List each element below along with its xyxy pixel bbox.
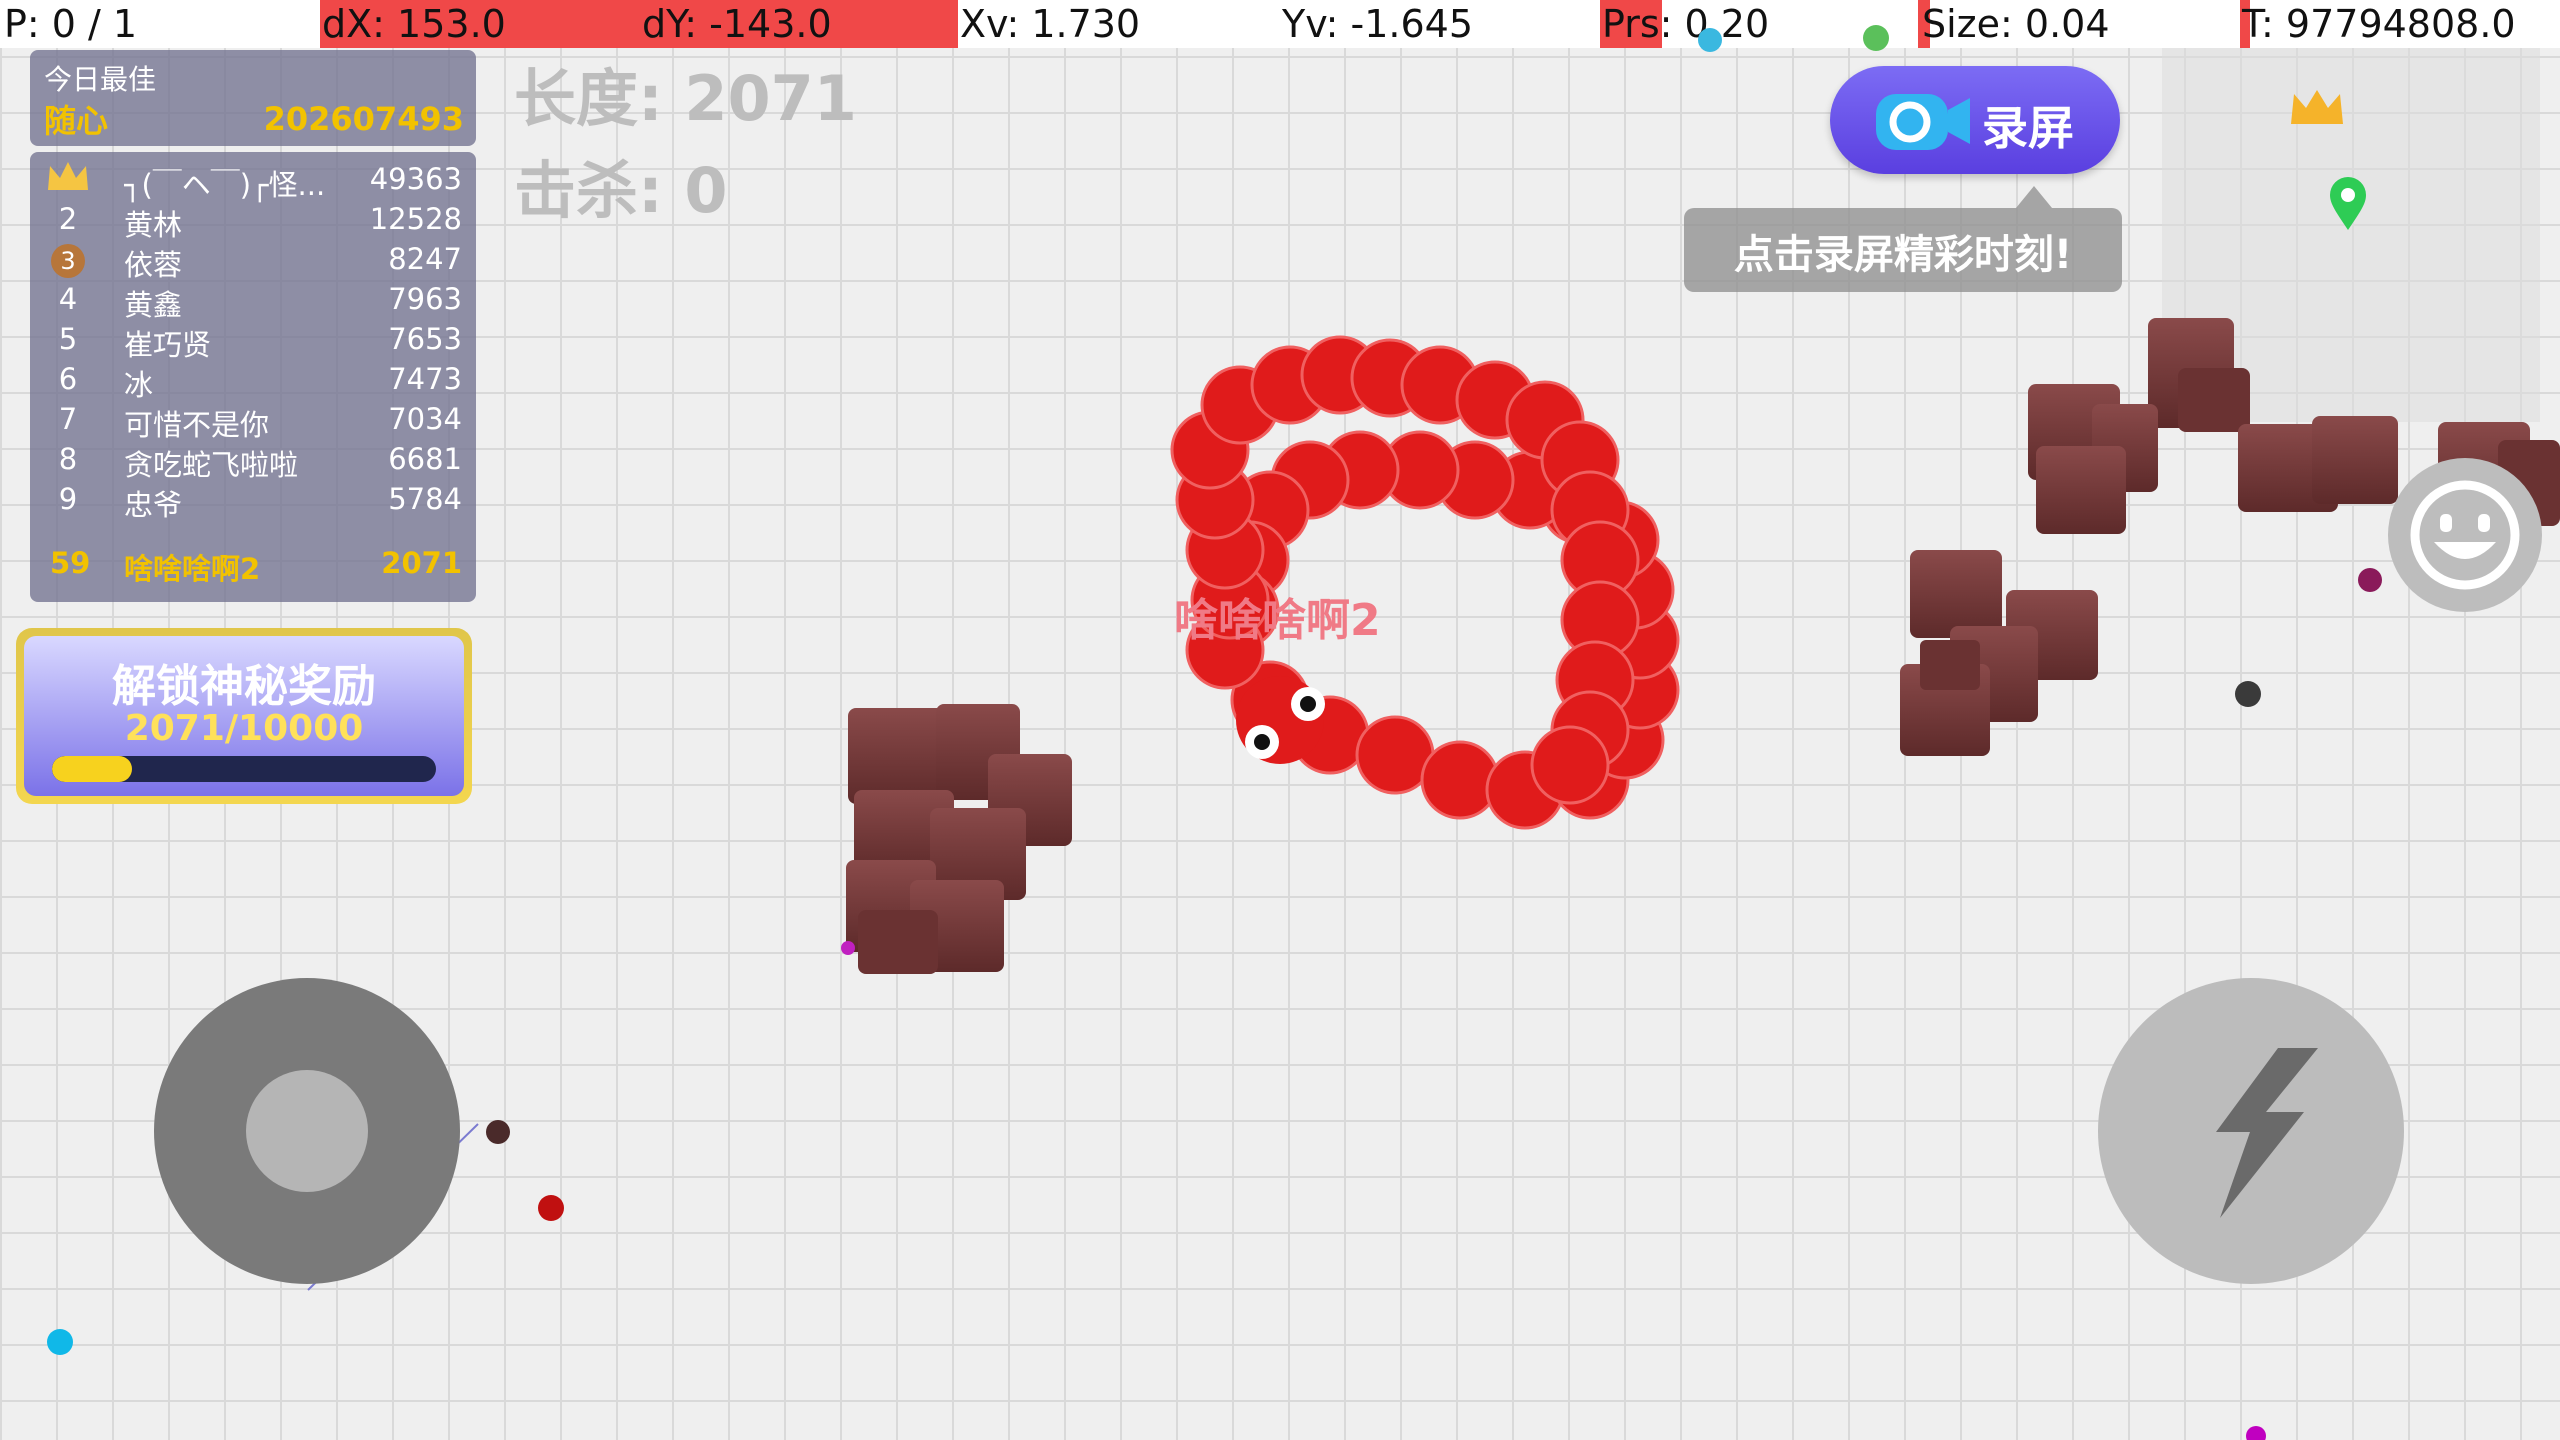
snake-pupil	[1254, 734, 1270, 750]
food-pellet	[1698, 28, 1722, 52]
snake-segment	[1530, 725, 1610, 805]
player-snake-name: 啥啥啥啊2	[1174, 595, 1381, 646]
player-snake	[1170, 335, 1680, 830]
boost-button[interactable]	[2098, 978, 2404, 1284]
obstacle-blocks	[1900, 550, 2098, 756]
emoji-button[interactable]	[2388, 458, 2542, 612]
food-pellet	[841, 941, 855, 955]
food-pellet	[47, 1329, 73, 1355]
snake-segment	[1420, 740, 1500, 820]
joystick-knob[interactable]	[246, 1070, 368, 1192]
food-pellet	[1863, 25, 1889, 51]
food-pellet	[2235, 681, 2261, 707]
lightning-icon	[2216, 1048, 2318, 1218]
food-pellet	[538, 1195, 564, 1221]
snake-pupil	[1300, 696, 1316, 712]
food-pellet	[2246, 1426, 2266, 1440]
obstacle-blocks	[846, 704, 1072, 974]
game-screen[interactable]: { "debug": { "p": "P: 0 / 1", "dx": "dX:…	[0, 0, 2560, 1440]
smiley-icon	[2410, 480, 2520, 590]
food-pellet	[486, 1120, 510, 1144]
food-pellet	[2358, 568, 2382, 592]
joystick[interactable]	[154, 978, 460, 1284]
